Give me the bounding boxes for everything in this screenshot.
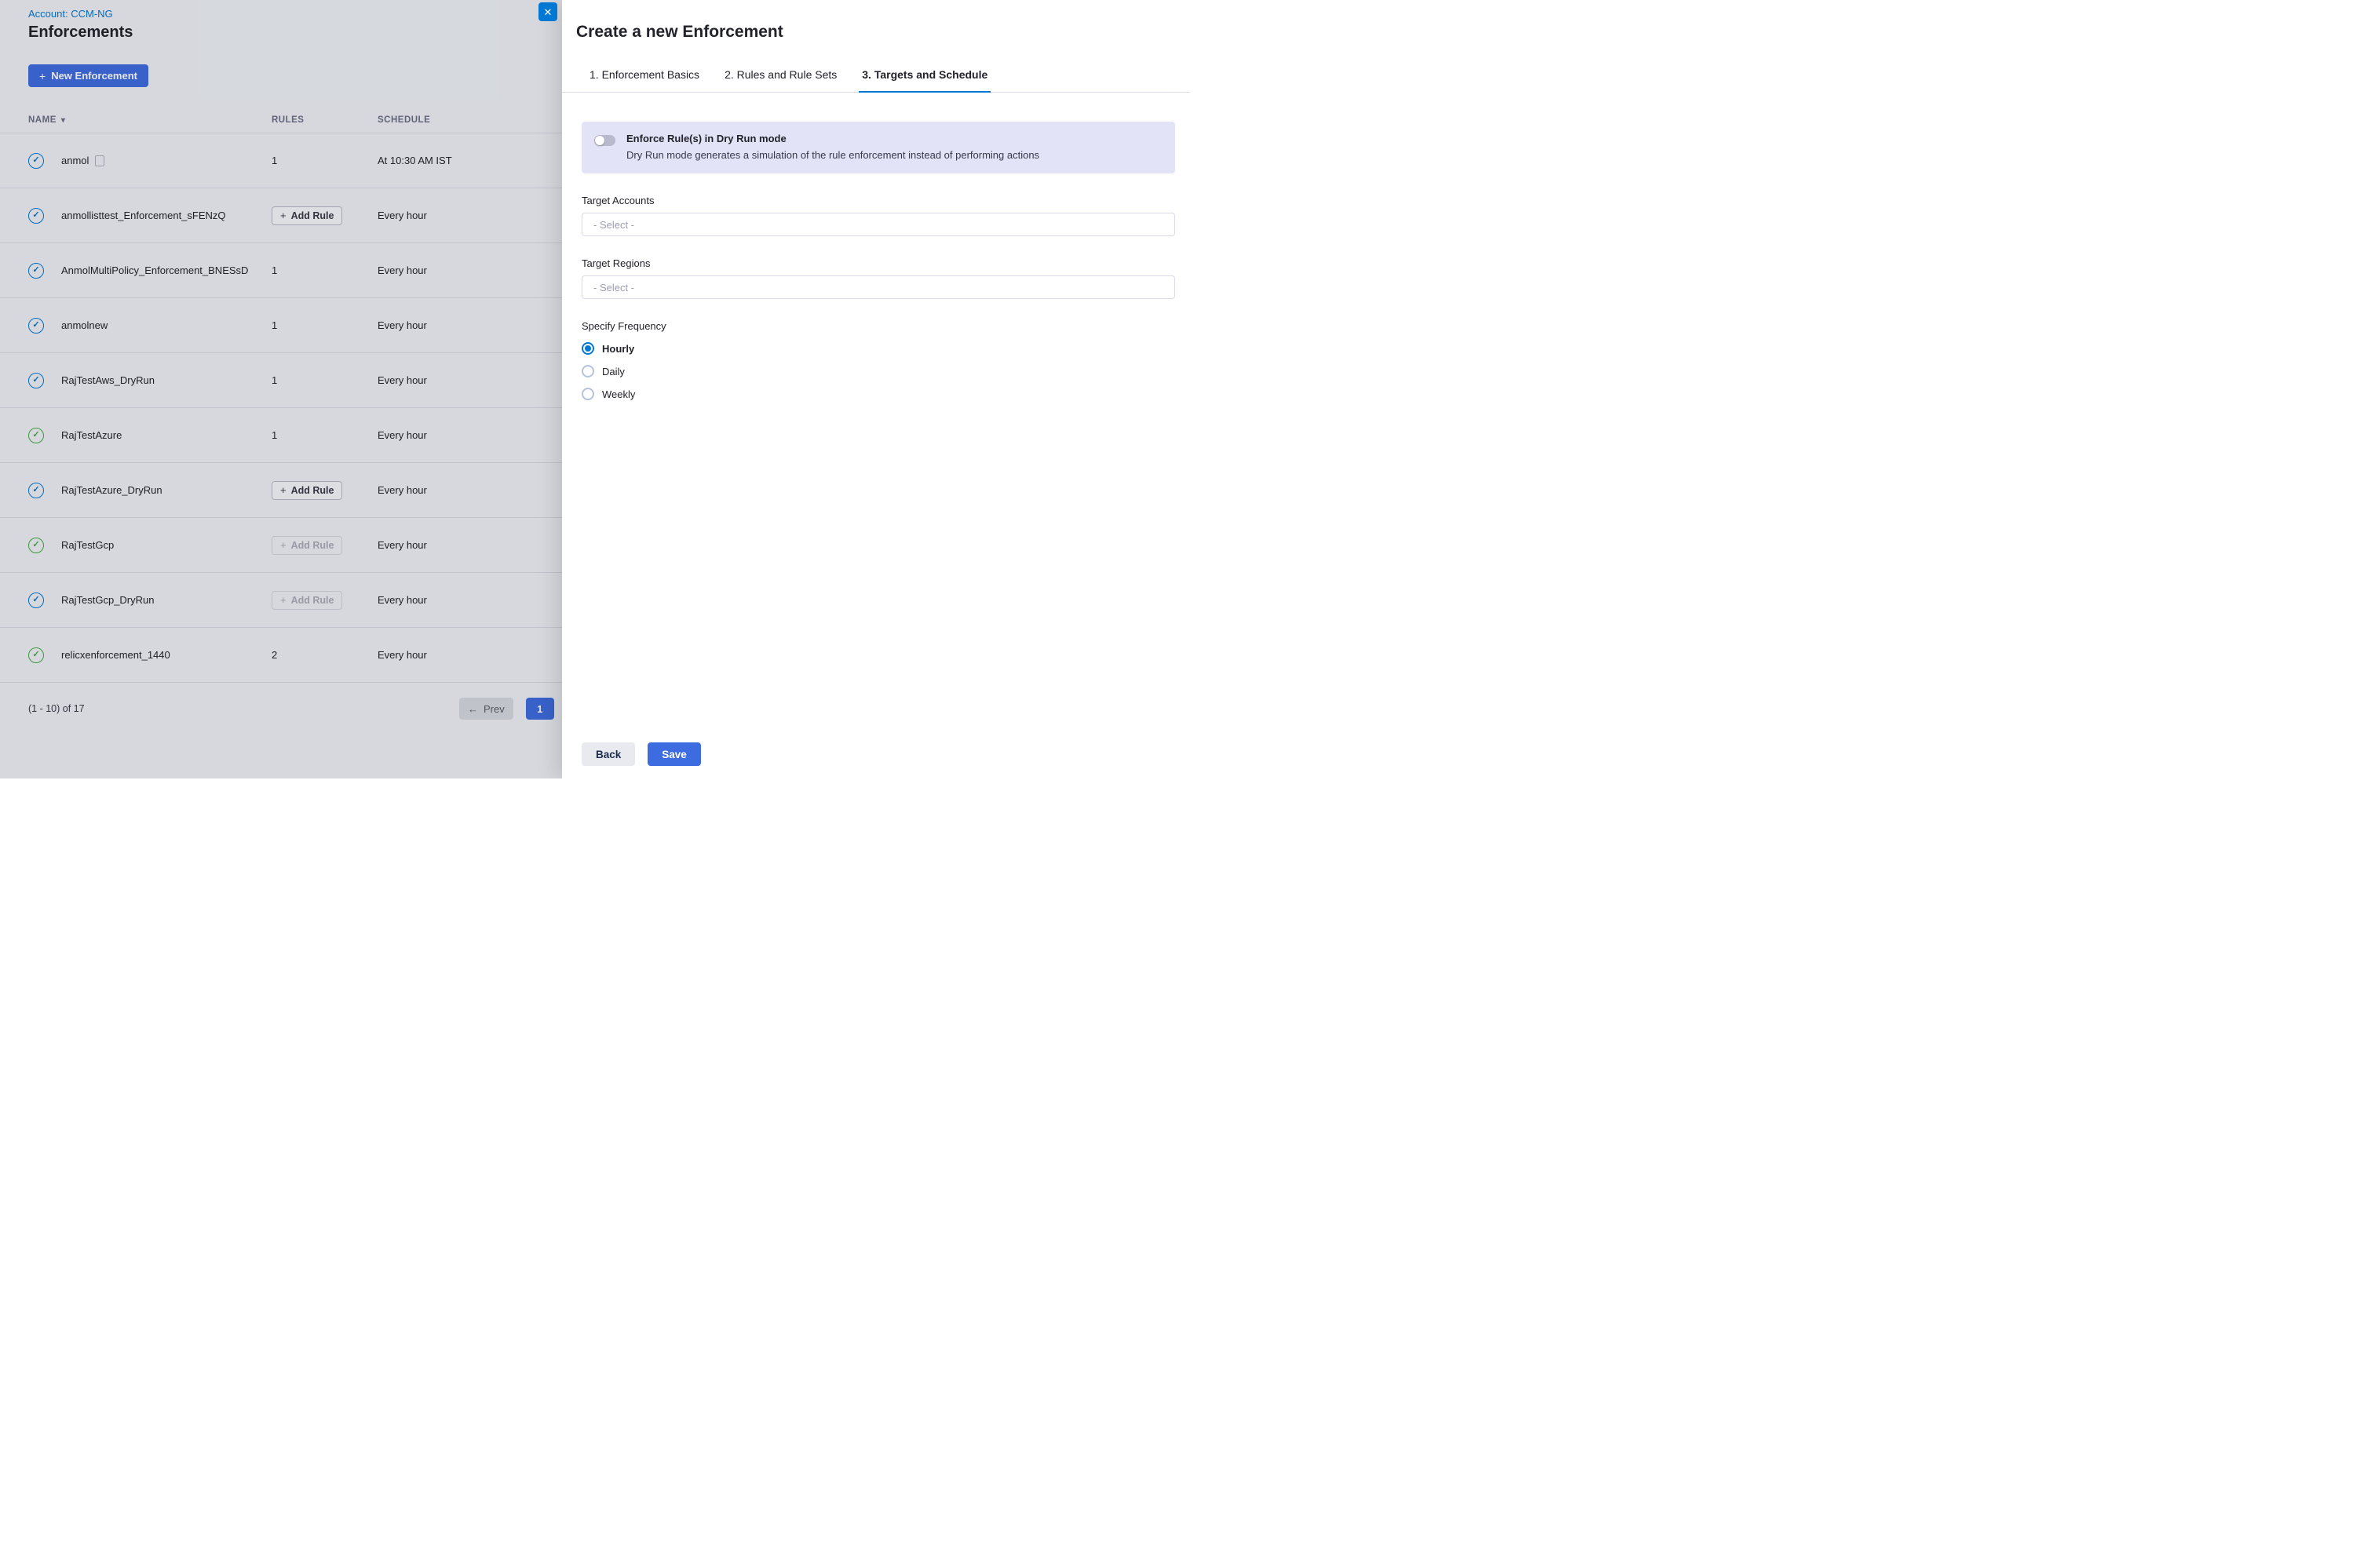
target-regions-select[interactable]: - Select - [582,275,1175,299]
dry-run-description: Dry Run mode generates a simulation of t… [626,149,1039,161]
frequency-options: Hourly Daily Weekly [582,342,1175,400]
create-enforcement-panel: ✕ Create a new Enforcement 1. Enforcemen… [562,0,1190,778]
specify-frequency-label: Specify Frequency [582,320,1175,332]
dry-run-toggle[interactable] [594,135,615,146]
tab-enforcement-basics[interactable]: 1. Enforcement Basics [586,60,703,93]
radio-checked-icon[interactable] [582,342,594,355]
close-button[interactable]: ✕ [538,2,557,21]
save-button[interactable]: Save [648,742,701,766]
screen: Account: CCM-NG Enforcements + New Enfor… [0,0,1190,778]
frequency-option-weekly[interactable]: Weekly [582,388,1175,400]
panel-footer: Back Save [562,742,1190,778]
target-accounts-select[interactable]: - Select - [582,213,1175,236]
back-button[interactable]: Back [582,742,635,766]
tab-rules-and-rule-sets[interactable]: 2. Rules and Rule Sets [721,60,840,93]
panel-title: Create a new Enforcement [576,23,1171,42]
target-regions-label: Target Regions [582,257,1175,269]
target-accounts-placeholder: - Select - [593,219,634,231]
close-icon: ✕ [544,7,553,17]
radio-unchecked-icon[interactable] [582,365,594,377]
frequency-option-daily[interactable]: Daily [582,365,1175,377]
target-regions-placeholder: - Select - [593,282,634,294]
radio-unchecked-icon[interactable] [582,388,594,400]
dry-run-banner: Enforce Rule(s) in Dry Run mode Dry Run … [582,122,1175,173]
dry-run-title: Enforce Rule(s) in Dry Run mode [626,133,1039,144]
frequency-option-hourly[interactable]: Hourly [582,342,1175,355]
tab-targets-and-schedule[interactable]: 3. Targets and Schedule [859,60,991,93]
panel-content: Enforce Rule(s) in Dry Run mode Dry Run … [562,93,1190,742]
toggle-knob [595,136,604,145]
target-accounts-label: Target Accounts [582,195,1175,206]
wizard-tabs: 1. Enforcement Basics 2. Rules and Rule … [562,60,1190,93]
